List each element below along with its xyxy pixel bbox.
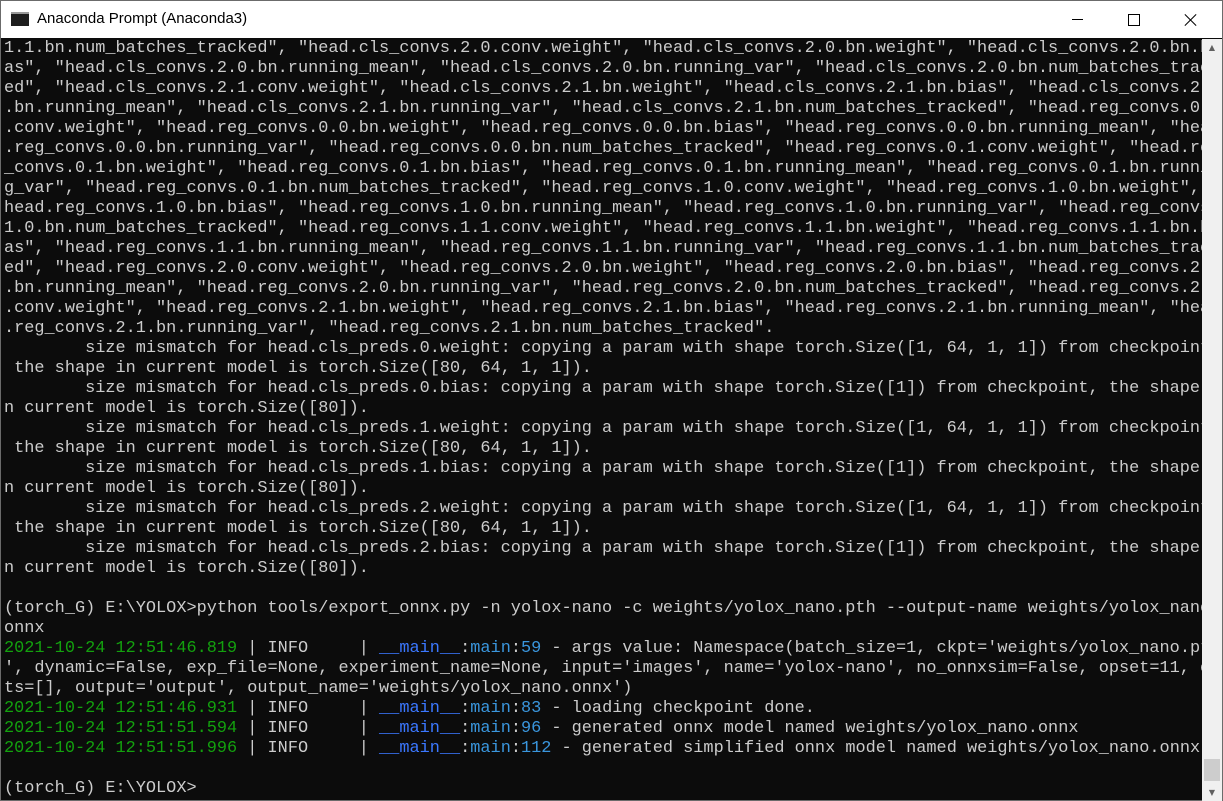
log-line: 2021-10-24 12:51:51.996 | INFO | __main_… xyxy=(4,739,1200,759)
log-lineno: 112 xyxy=(520,739,552,758)
log-separator: : xyxy=(460,699,471,718)
log-timestamp: 2021-10-24 12:51:46.819 xyxy=(4,639,238,658)
console-line: 1.0.bn.num_batches_tracked", "head.reg_c… xyxy=(4,219,1202,238)
log-module: __main__ xyxy=(379,699,461,718)
log-separator: : xyxy=(460,739,471,758)
console-line: ed", "head.cls_convs.2.1.conv.weight", "… xyxy=(4,79,1202,98)
log-function: main xyxy=(470,699,511,718)
minimize-button[interactable] xyxy=(1048,1,1106,38)
vertical-scrollbar[interactable]: ▲ ▼ xyxy=(1202,39,1222,801)
console-line: n current model is torch.Size([80]). xyxy=(4,559,369,578)
log-timestamp: 2021-10-24 12:51:46.931 xyxy=(4,699,238,718)
log-continuation: ', dynamic=False, exp_file=None, experim… xyxy=(4,659,1202,678)
console-line: the shape in current model is torch.Size… xyxy=(4,519,592,538)
log-lineno: 96 xyxy=(520,719,542,738)
log-lineno: 59 xyxy=(520,639,542,658)
log-line: ts=[], output='output', output_name='wei… xyxy=(4,679,632,699)
maximize-button[interactable] xyxy=(1105,1,1163,38)
log-timestamp: 2021-10-24 12:51:51.996 xyxy=(4,739,238,758)
console-line: .conv.weight", "head.reg_convs.0.0.bn.we… xyxy=(4,119,1202,138)
console-window: Anaconda Prompt (Anaconda3) 1.1.bn.num_b… xyxy=(0,0,1223,801)
console-line: the shape in current model is torch.Size… xyxy=(4,359,592,378)
log-separator: : xyxy=(510,639,521,658)
log-level: | INFO | xyxy=(237,699,380,718)
console-line: ed", "head.reg_convs.2.0.conv.weight", "… xyxy=(4,259,1202,278)
log-lineno: 83 xyxy=(520,699,542,718)
log-separator: : xyxy=(510,719,521,738)
minimize-icon xyxy=(1071,19,1083,20)
console-line: size mismatch for head.cls_preds.1.weigh… xyxy=(4,419,1202,438)
console-line: .bn.running_mean", "head.cls_convs.2.1.b… xyxy=(4,99,1202,118)
log-separator: : xyxy=(510,699,521,718)
log-line: 2021-10-24 12:51:51.594 | INFO | __main_… xyxy=(4,719,1078,739)
console-line: onnx xyxy=(4,619,45,638)
console-line: n current model is torch.Size([80]). xyxy=(4,479,369,498)
log-line: 2021-10-24 12:51:46.931 | INFO | __main_… xyxy=(4,699,815,719)
console-line: size mismatch for head.cls_preds.1.bias:… xyxy=(4,459,1202,478)
console-output[interactable]: 1.1.bn.num_batches_tracked", "head.cls_c… xyxy=(2,39,1202,801)
console-line: size mismatch for head.cls_preds.2.bias:… xyxy=(4,539,1202,558)
scroll-thumb[interactable] xyxy=(1204,759,1220,781)
down-arrow-icon: ▼ xyxy=(1208,788,1216,797)
log-function: main xyxy=(470,739,511,758)
log-module: __main__ xyxy=(379,639,461,658)
log-separator: : xyxy=(460,639,471,658)
maximize-icon xyxy=(1128,13,1140,26)
close-button[interactable] xyxy=(1162,1,1220,38)
log-separator: : xyxy=(460,719,471,738)
log-message: - generated simplified onnx model named … xyxy=(551,739,1201,758)
command-prompt[interactable]: (torch_G) E:\YOLOX> xyxy=(4,779,197,799)
log-message: - args value: Namespace(batch_size=1, ck… xyxy=(541,639,1202,658)
log-function: main xyxy=(470,639,511,658)
terminal-icon xyxy=(11,12,29,26)
console-line: n current model is torch.Size([80]). xyxy=(4,399,369,418)
log-function: main xyxy=(470,719,511,738)
console-line: the shape in current model is torch.Size… xyxy=(4,439,592,458)
log-level: | INFO | xyxy=(237,639,380,658)
console-line: .reg_convs.2.1.bn.running_var", "head.re… xyxy=(4,319,775,338)
log-message: - generated onnx model named weights/yol… xyxy=(541,719,1079,738)
log-level: | INFO | xyxy=(237,719,380,738)
console-line: .bn.running_mean", "head.reg_convs.2.0.b… xyxy=(4,279,1202,298)
console-line: size mismatch for head.cls_preds.0.bias:… xyxy=(4,379,1202,398)
close-icon xyxy=(1184,13,1198,27)
console-line: as", "head.reg_convs.1.1.bn.running_mean… xyxy=(4,239,1202,258)
console-line: as", "head.cls_convs.2.0.bn.running_mean… xyxy=(4,59,1202,78)
log-separator: : xyxy=(510,739,521,758)
log-message: - loading checkpoint done. xyxy=(541,699,815,718)
log-line: 2021-10-24 12:51:46.819 | INFO | __main_… xyxy=(4,639,1202,659)
up-arrow-icon: ▲ xyxy=(1208,43,1216,52)
console-line: size mismatch for head.cls_preds.0.weigh… xyxy=(4,339,1202,358)
console-line: .reg_convs.0.0.bn.running_var", "head.re… xyxy=(4,139,1202,158)
log-continuation: ts=[], output='output', output_name='wei… xyxy=(4,679,633,698)
window-title: Anaconda Prompt (Anaconda3) xyxy=(37,10,248,27)
console-line: .conv.weight", "head.reg_convs.2.1.bn.we… xyxy=(4,299,1202,318)
log-timestamp: 2021-10-24 12:51:51.594 xyxy=(4,719,238,738)
scroll-down-button[interactable]: ▼ xyxy=(1202,784,1222,801)
title-bar[interactable]: Anaconda Prompt (Anaconda3) xyxy=(1,1,1222,38)
console-line: g_var", "head.reg_convs.0.1.bn.num_batch… xyxy=(4,179,1202,198)
console-line: _convs.0.1.bn.weight", "head.reg_convs.0… xyxy=(4,159,1202,178)
log-level: | INFO | xyxy=(237,739,380,758)
console-line: size mismatch for head.cls_preds.2.weigh… xyxy=(4,499,1202,518)
console-line: 1.1.bn.num_batches_tracked", "head.cls_c… xyxy=(4,39,1202,58)
scroll-up-button[interactable]: ▲ xyxy=(1202,39,1222,56)
console-line: (torch_G) E:\YOLOX>python tools/export_o… xyxy=(4,599,1202,618)
console-line: head.reg_convs.1.0.bn.bias", "head.reg_c… xyxy=(4,199,1202,218)
log-line: ', dynamic=False, exp_file=None, experim… xyxy=(4,659,1202,679)
log-module: __main__ xyxy=(379,719,461,738)
log-module: __main__ xyxy=(379,739,461,758)
